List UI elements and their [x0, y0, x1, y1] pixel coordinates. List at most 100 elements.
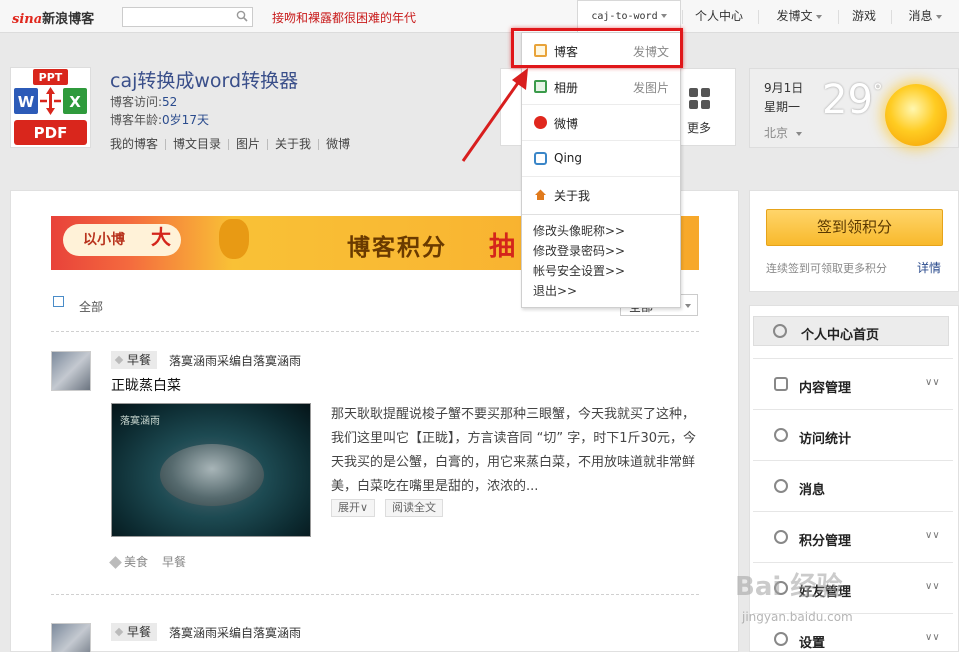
avatar-pdf-text: PDF [34, 124, 68, 142]
menu-content-management[interactable]: 内容管理 ∨∨ [753, 358, 953, 409]
author-avatar[interactable] [51, 623, 91, 652]
dropdown-divider [522, 214, 680, 215]
avatar-ppt-text: PPT [39, 71, 63, 84]
home-icon [535, 189, 546, 200]
nav-messages-label: 消息 [908, 9, 933, 23]
menu-label: 内容管理 [799, 381, 852, 396]
user-dropdown-menu: 博客 发博文 相册 发图片 微博 Qing 关于我 修改头像昵称>> 修改登录密… [521, 32, 681, 308]
expand-label: 展开 [338, 501, 360, 514]
nav-divider [891, 10, 892, 24]
sun-icon [885, 84, 947, 146]
chevron-down-icon: ∨∨ [925, 581, 940, 592]
slogan-link[interactable]: 接吻和裸露都很困难的年代 [272, 9, 416, 26]
link-article-list[interactable]: 博文目录 [173, 137, 221, 151]
link-pictures[interactable]: 图片 [236, 137, 260, 151]
dropdown-item-weibo[interactable]: 微博 [522, 105, 680, 141]
dropdown-label: 相册 [554, 81, 579, 95]
checkin-detail-link[interactable]: 详情 [917, 259, 941, 276]
user-icon [773, 324, 787, 338]
briefcase-icon [774, 377, 788, 391]
edit-icon[interactable] [53, 296, 64, 307]
avatar-word-text: W [18, 93, 35, 111]
tag-link[interactable]: 早餐 [162, 555, 186, 569]
divider [228, 139, 230, 150]
link-security-settings[interactable]: 帐号安全设置>> [533, 263, 625, 283]
link-my-blog[interactable]: 我的博客 [110, 137, 158, 151]
sina-blog-logo[interactable]: sina新浪博客 [12, 8, 94, 27]
menu-label: 消息 [799, 483, 826, 498]
dropdown-item-about[interactable]: 关于我 [522, 177, 680, 213]
search-input[interactable] [126, 8, 234, 26]
banner-center-text: 博客积分 [347, 235, 447, 261]
temperature-value: 29 [822, 77, 873, 123]
menu-visit-stats[interactable]: 访问统计 [753, 409, 953, 460]
chevron-down-icon [685, 304, 691, 308]
search-box[interactable] [122, 7, 253, 27]
weather-weekday: 星期一 [764, 100, 801, 114]
degree-sign: ° [872, 79, 883, 104]
article-thumbnail[interactable]: 落寞涵雨 [111, 403, 311, 537]
nav-post-article[interactable]: 发博文 [766, 0, 832, 33]
link-logout[interactable]: 退出>> [533, 283, 625, 303]
nav-personal-center[interactable]: 个人中心 [690, 0, 748, 33]
category-tag[interactable]: 早餐 [111, 623, 158, 641]
menu-label: 访问统计 [799, 432, 852, 447]
chevron-down-icon [815, 14, 822, 19]
link-weibo[interactable]: 微博 [326, 137, 350, 151]
divider [165, 139, 167, 150]
banner-small-text: 以小博 [83, 232, 125, 248]
dropdown-item-album[interactable]: 相册 发图片 [522, 69, 680, 105]
menu-home[interactable]: 个人中心首页 [753, 316, 949, 346]
link-change-password[interactable]: 修改登录密码>> [533, 243, 625, 263]
blog-title[interactable]: caj转换成word转换器 [110, 66, 298, 93]
banner-big-text: 大 [151, 225, 171, 249]
link-edit-avatar[interactable]: 修改头像昵称>> [533, 223, 625, 243]
article-source[interactable]: 落寞涵雨采编自落寞涵雨 [169, 352, 301, 369]
article-source[interactable]: 落寞涵雨采编自落寞涵雨 [169, 624, 301, 641]
menu-points[interactable]: 积分管理 ∨∨ [753, 511, 953, 562]
article-tags: 美食 早餐 [109, 553, 186, 570]
expand-button[interactable]: 展开∨ [331, 499, 376, 517]
checkin-button[interactable]: 签到领积分 [766, 209, 943, 246]
tag-link[interactable]: 美食 [124, 555, 148, 569]
banner-right-text: 抽 [489, 232, 516, 262]
grid-icon[interactable] [689, 88, 711, 110]
weather-city-select[interactable]: 北京 [764, 124, 803, 141]
visits-value: 52 [162, 95, 178, 109]
qing-icon [534, 152, 547, 165]
chevron-down-icon: ∨∨ [925, 632, 940, 643]
visits-stat: 博客访问:52 [110, 93, 177, 110]
tag-icon [109, 556, 122, 569]
menu-messages[interactable]: 消息 [753, 460, 953, 511]
coin-icon [774, 530, 788, 544]
dropdown-item-qing[interactable]: Qing [522, 141, 680, 177]
link-about-me[interactable]: 关于我 [275, 137, 311, 151]
money-bag-icon [219, 219, 249, 259]
highlight-box [511, 28, 683, 68]
dropdown-action-post-photo[interactable]: 发图片 [633, 79, 669, 96]
gear-icon [774, 632, 788, 646]
user-name: caj-to-word [591, 11, 658, 22]
stats-user-icon [774, 428, 788, 442]
image-watermark: 落寞涵雨 [120, 416, 160, 427]
category-tag[interactable]: 早餐 [111, 351, 158, 369]
dropdown-label: 关于我 [554, 189, 591, 203]
article-divider [51, 594, 699, 595]
chevron-down-icon: ∨ [360, 501, 369, 514]
weather-city: 北京 [764, 126, 789, 140]
search-icon[interactable] [236, 10, 248, 22]
nav-messages[interactable]: 消息 [899, 0, 951, 33]
article-title[interactable]: 正眬蒸白菜 [111, 375, 181, 395]
visits-label: 博客访问: [110, 95, 163, 109]
nav-divider [682, 10, 683, 24]
blog-avatar[interactable]: PPT W X PDF [10, 67, 91, 148]
mail-icon [774, 479, 788, 493]
filter-all-label[interactable]: 全部 [79, 298, 103, 315]
crab-image [160, 444, 264, 506]
converter-logo-icon: PPT W X PDF [14, 69, 87, 145]
read-more-button[interactable]: 阅读全文 [385, 499, 443, 517]
nav-divider [758, 10, 759, 24]
author-avatar[interactable] [51, 351, 91, 391]
nav-games[interactable]: 游戏 [844, 0, 884, 33]
more-link[interactable]: 更多 [687, 119, 711, 136]
